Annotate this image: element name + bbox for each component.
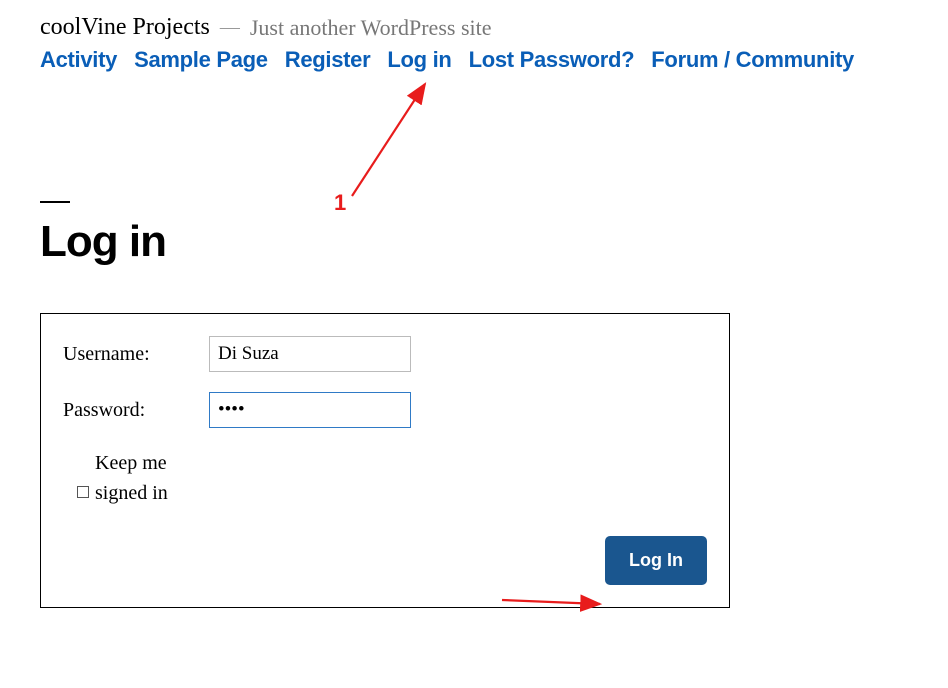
username-row: Username: — [63, 336, 707, 372]
nav-sample-page[interactable]: Sample Page — [134, 47, 268, 73]
username-label: Username: — [63, 343, 209, 366]
keep-signed-in-row: Keep me signed in — [77, 448, 707, 508]
nav-lost-password[interactable]: Lost Password? — [469, 47, 635, 73]
username-input[interactable] — [209, 336, 411, 372]
login-form: Username: Password: Keep me signed in Lo… — [40, 313, 730, 608]
annotation-number-1: 1 — [334, 190, 346, 216]
keep-signed-in-label: Keep me signed in — [95, 448, 195, 508]
primary-nav: Activity Sample Page Register Log in Los… — [40, 47, 908, 73]
tagline-separator: — — [220, 16, 240, 39]
password-row: Password: — [63, 392, 707, 428]
nav-activity[interactable]: Activity — [40, 47, 117, 73]
nav-log-in[interactable]: Log in — [387, 47, 451, 73]
site-title[interactable]: coolVine Projects — [40, 14, 210, 41]
login-button[interactable]: Log In — [605, 536, 707, 585]
site-tagline: Just another WordPress site — [250, 15, 492, 41]
page-title: Log in — [40, 217, 908, 267]
submit-row: Log In — [63, 536, 707, 585]
site-header: coolVine Projects — Just another WordPre… — [40, 14, 908, 41]
nav-register[interactable]: Register — [285, 47, 371, 73]
keep-signed-in-checkbox[interactable] — [77, 486, 89, 498]
title-dash — [40, 201, 70, 203]
password-input[interactable] — [209, 392, 411, 428]
nav-forum-community[interactable]: Forum / Community — [651, 47, 854, 73]
password-label: Password: — [63, 399, 209, 422]
annotation-arrow-1 — [352, 84, 425, 196]
